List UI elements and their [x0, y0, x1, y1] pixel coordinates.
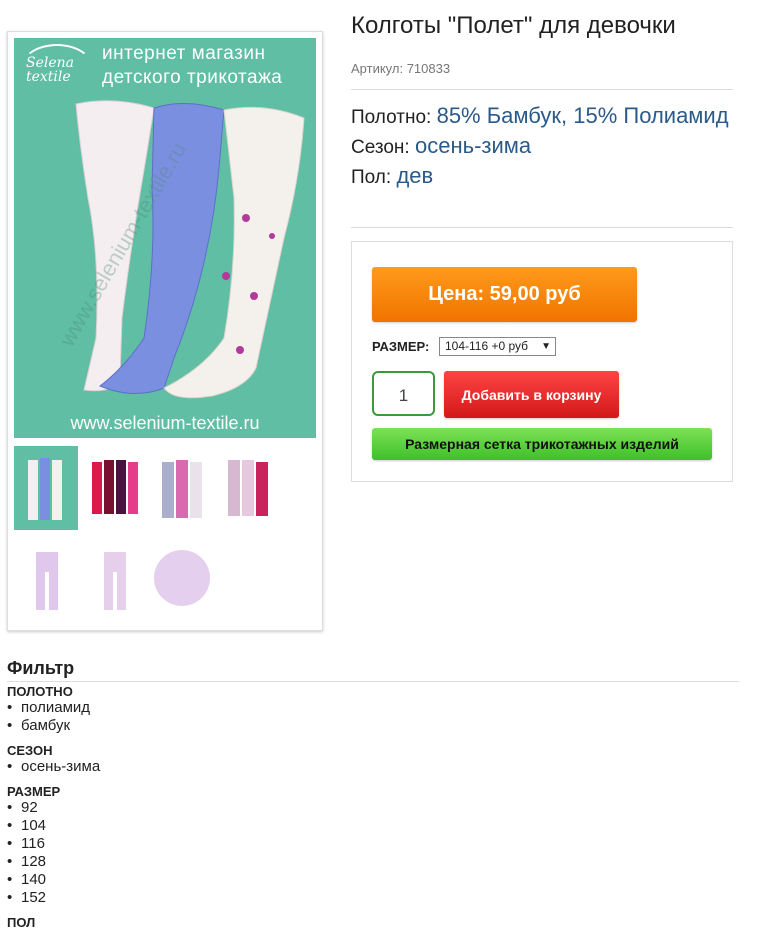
attribute-season: Сезон: осень-зима — [351, 132, 733, 162]
attribute-label: Полотно: — [351, 107, 432, 128]
product-title: Колготы "Полет" для девочки — [351, 12, 676, 39]
product-gallery: Selena textile интернет магазин детского… — [7, 31, 323, 631]
thumbnail-2[interactable] — [82, 446, 146, 530]
filter-group-fabric: ПОЛОТНО полиамид бамбук — [7, 684, 739, 735]
thumbnail-1[interactable] — [14, 446, 78, 530]
filter-title: Фильтр — [7, 658, 739, 682]
size-select-value: 104-116 +0 руб — [445, 339, 529, 353]
filter-item[interactable]: 128 — [7, 853, 739, 871]
tights-illustration — [75, 100, 305, 399]
size-select[interactable]: 104-116 +0 руб ▼ — [439, 337, 556, 356]
thumbnail-6-image — [104, 552, 126, 610]
attribute-value: 85% Бамбук, 15% Полиамид — [436, 103, 729, 128]
product-attributes: Полотно: 85% Бамбук, 15% Полиамид Сезон:… — [351, 102, 733, 192]
attribute-value: осень-зима — [415, 133, 532, 158]
image-url-caption: www.selenium-textile.ru — [70, 413, 260, 433]
filter-panel: Фильтр ПОЛОТНО полиамид бамбук СЕЗОН осе… — [7, 658, 739, 930]
filter-group-title: ПОЛОТНО — [7, 684, 73, 699]
attribute-gender: Пол: дев — [351, 162, 733, 192]
dropdown-arrow-icon: ▼ — [541, 341, 551, 352]
filter-group-season: СЕЗОН осень-зима — [7, 743, 739, 776]
filter-item[interactable]: 116 — [7, 835, 739, 853]
thumbnail-1-image — [28, 458, 62, 520]
divider — [351, 89, 733, 90]
attribute-label: Сезон: — [351, 137, 410, 158]
thumbnail-5[interactable] — [14, 534, 78, 618]
thumbnail-2-image — [92, 460, 138, 514]
filter-group-size: РАЗМЕР 92 104 116 128 140 152 — [7, 784, 739, 907]
filter-group-title: РАЗМЕР — [7, 784, 61, 799]
divider — [351, 227, 733, 228]
product-main-image[interactable]: Selena textile интернет магазин детского… — [14, 38, 316, 438]
filter-item[interactable]: осень-зима — [7, 758, 739, 776]
price-button[interactable]: Цена: 59,00 руб — [372, 267, 637, 322]
thumbnail-7[interactable] — [150, 534, 214, 618]
thumbnail-4-image — [228, 460, 268, 516]
filter-item[interactable]: 104 — [7, 817, 739, 835]
purchase-box: Цена: 59,00 руб РАЗМЕР: 104-116 +0 руб ▼… — [351, 241, 733, 482]
size-label: РАЗМЕР: — [372, 339, 430, 354]
filter-item[interactable]: 140 — [7, 871, 739, 889]
attribute-label: Пол: — [351, 167, 392, 188]
filter-item[interactable]: 92 — [7, 799, 739, 817]
quantity-input[interactable]: 1 — [372, 371, 435, 416]
product-sku: Артикул: 710833 — [351, 61, 451, 76]
thumbnail-7-image — [154, 550, 210, 606]
filter-item[interactable]: бамбук — [7, 717, 739, 735]
filter-item[interactable]: полиамид — [7, 699, 739, 717]
filter-group-title: СЕЗОН — [7, 743, 53, 758]
size-chart-button[interactable]: Размерная сетка трикотажных изделий — [372, 428, 712, 460]
thumbnail-5-image — [36, 552, 58, 610]
attribute-fabric: Полотно: 85% Бамбук, 15% Полиамид — [351, 102, 733, 132]
thumbnail-6[interactable] — [82, 534, 146, 618]
add-to-cart-button[interactable]: Добавить в корзину — [444, 371, 619, 418]
thumbnail-3[interactable] — [150, 446, 214, 530]
attribute-value: дев — [396, 163, 434, 188]
filter-item[interactable]: 152 — [7, 889, 739, 907]
thumbnail-3-image — [162, 460, 202, 518]
thumbnail-4[interactable] — [218, 446, 282, 530]
